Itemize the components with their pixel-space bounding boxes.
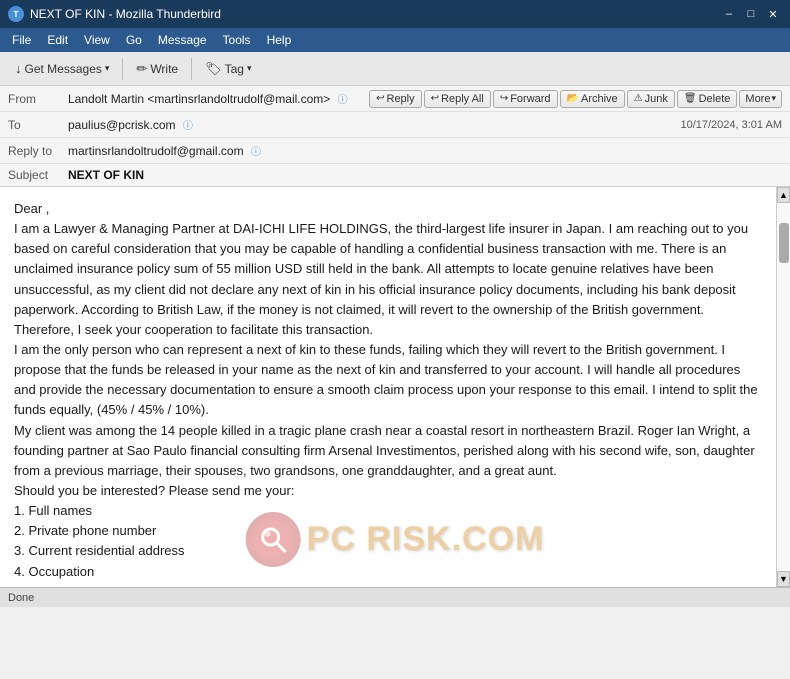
subject-label: Subject (8, 168, 68, 182)
scroll-area: Dear , I am a Lawyer & Managing Partner … (0, 187, 790, 587)
from-value: Landolt Martin <martinsrlandoltrudolf@ma… (68, 91, 369, 106)
menu-help[interactable]: Help (259, 31, 300, 49)
toolbar: ↓ Get Messages ▾ ✏ Write 🏷 Tag ▾ (0, 52, 790, 86)
list-item-2: 2. Private phone number (14, 521, 762, 541)
maximize-button[interactable]: □ (742, 5, 760, 23)
more-dropdown-icon: ▾ (771, 93, 776, 104)
from-verify-icon[interactable]: ⓘ (338, 95, 348, 106)
delete-button[interactable]: 🗑 Delete (677, 90, 738, 108)
scrollbar: ▲ ▼ (776, 187, 790, 587)
get-messages-icon: ↓ (15, 61, 22, 76)
menu-view[interactable]: View (76, 31, 118, 49)
app-icon: T (8, 6, 24, 22)
greeting: Dear , (14, 199, 762, 219)
delete-icon: 🗑 (684, 93, 697, 104)
menu-file[interactable]: File (4, 31, 39, 49)
email-date: 10/17/2024, 3:01 AM (680, 119, 782, 131)
email-action-buttons: ↩ Reply ↩ Reply All ↪ Forward 📂 Archive … (369, 90, 782, 108)
menu-bar: File Edit View Go Message Tools Help (0, 28, 790, 52)
title-bar: T NEXT OF KIN - Mozilla Thunderbird – □ … (0, 0, 790, 28)
main-content: Dear , I am a Lawyer & Managing Partner … (0, 187, 790, 587)
reply-to-verify-icon[interactable]: ⓘ (251, 147, 261, 158)
tag-icon: 🏷 (205, 61, 222, 77)
reply-to-value: martinsrlandoltrudolf@gmail.com ⓘ (68, 143, 782, 158)
get-messages-button[interactable]: ↓ Get Messages ▾ (6, 57, 118, 80)
to-label: To (8, 118, 68, 132)
minimize-button[interactable]: – (720, 5, 738, 23)
subject-value: NEXT OF KIN (68, 168, 144, 182)
get-messages-dropdown-icon[interactable]: ▾ (105, 63, 110, 74)
tag-label: Tag (225, 62, 244, 76)
scrollbar-down-button[interactable]: ▼ (777, 571, 790, 587)
svg-text:T: T (14, 10, 19, 19)
reply-button[interactable]: ↩ Reply (369, 90, 422, 108)
to-value: paulius@pcrisk.com ⓘ (68, 117, 680, 132)
junk-button[interactable]: ⚠ Junk (627, 90, 675, 108)
reply-to-row: Reply to martinsrlandoltrudolf@gmail.com… (0, 138, 790, 164)
from-label: From (8, 92, 68, 106)
subject-row: Subject NEXT OF KIN (0, 164, 790, 186)
paragraph-4: Should you be interested? Please send me… (14, 481, 762, 501)
write-icon: ✏ (136, 61, 147, 77)
toolbar-separator-2 (191, 58, 192, 80)
reply-icon: ↩ (376, 93, 384, 104)
paragraph-3: My client was among the 14 people killed… (14, 421, 762, 481)
paragraph-2: I am the only person who can represent a… (14, 340, 762, 421)
scrollbar-up-button[interactable]: ▲ (777, 187, 790, 203)
reply-all-icon: ↩ (431, 93, 439, 104)
forward-button[interactable]: ↪ Forward (493, 90, 558, 108)
menu-tools[interactable]: Tools (215, 31, 259, 49)
list-item-3: 3. Current residential address (14, 541, 762, 561)
list-item-4: 4. Occupation (14, 562, 762, 582)
archive-button[interactable]: 📂 Archive (560, 90, 625, 108)
get-messages-label: Get Messages (25, 62, 102, 76)
scrollbar-track[interactable] (777, 203, 790, 571)
from-row: From Landolt Martin <martinsrlandoltrudo… (0, 86, 790, 112)
paragraph-1: I am a Lawyer & Managing Partner at DAI-… (14, 219, 762, 340)
reply-all-button[interactable]: ↩ Reply All (424, 90, 491, 108)
menu-message[interactable]: Message (150, 31, 215, 49)
write-label: Write (150, 62, 178, 76)
toolbar-separator-1 (122, 58, 123, 80)
more-button[interactable]: More ▾ (739, 90, 782, 108)
email-body[interactable]: Dear , I am a Lawyer & Managing Partner … (0, 187, 776, 587)
forward-icon: ↪ (500, 93, 508, 104)
window-title: NEXT OF KIN - Mozilla Thunderbird (30, 7, 720, 21)
to-verify-icon[interactable]: ⓘ (183, 121, 193, 132)
scrollbar-thumb[interactable] (779, 223, 789, 263)
reply-to-label: Reply to (8, 144, 68, 158)
window-controls: – □ ✕ (720, 5, 782, 23)
menu-edit[interactable]: Edit (39, 31, 76, 49)
list-item-1: 1. Full names (14, 501, 762, 521)
to-row: To paulius@pcrisk.com ⓘ 10/17/2024, 3:01… (0, 112, 790, 138)
tag-dropdown-icon[interactable]: ▾ (247, 63, 252, 74)
menu-go[interactable]: Go (118, 31, 150, 49)
status-text: Done (8, 592, 34, 604)
close-button[interactable]: ✕ (764, 5, 782, 23)
email-header: From Landolt Martin <martinsrlandoltrudo… (0, 86, 790, 187)
archive-icon: 📂 (567, 93, 579, 104)
status-bar: Done (0, 587, 790, 607)
write-button[interactable]: ✏ Write (127, 57, 187, 81)
junk-icon: ⚠ (634, 93, 643, 104)
tag-button[interactable]: 🏷 Tag ▾ (196, 57, 260, 81)
